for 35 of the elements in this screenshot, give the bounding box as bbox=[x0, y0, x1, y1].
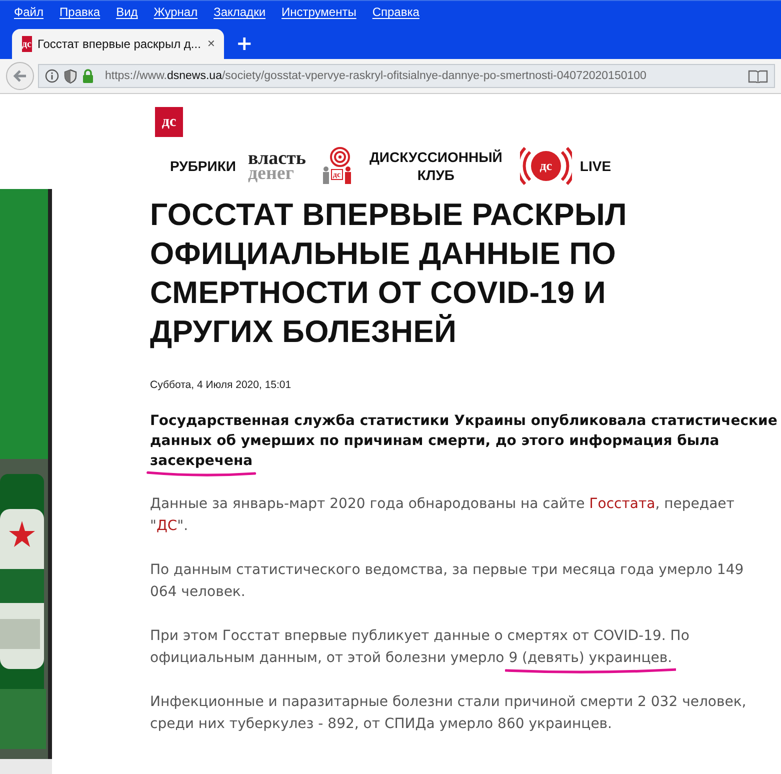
nav-link[interactable]: LIVE bbox=[580, 158, 612, 174]
url-text: https://www.dsnews.ua/society/gosstat-vpervye-raskryl-ofitsialnye-dannye-po-smertnosti-04072020150100 bbox=[104, 70, 648, 82]
tab-title: Госстат впервые раскрыл д... bbox=[38, 37, 201, 51]
lock-icon[interactable] bbox=[82, 69, 94, 83]
article-lead: Государственная служба статистики Украины опубликовала статистические данных об умерших по причинам смерти, до этого информация была засекречена bbox=[150, 411, 781, 471]
close-icon[interactable]: ✕ bbox=[206, 38, 216, 50]
menu-item[interactable]: Закладки bbox=[206, 5, 274, 19]
menu-item[interactable]: Журнал bbox=[146, 5, 206, 19]
back-button[interactable] bbox=[6, 62, 34, 90]
nav-link[interactable]: РУБРИКИ bbox=[170, 158, 236, 174]
site-favicon: дс bbox=[22, 36, 32, 52]
vlast-deneg-logo[interactable]: власть денег bbox=[248, 151, 306, 181]
menu-item[interactable]: Файл bbox=[6, 5, 52, 19]
article-paragraph: При этом Госстат впервые публикует данные о смертях от COVID-19. По официальным данным, от этой болезни умерло 9 (девять) украинцев. bbox=[150, 625, 750, 669]
browser-tab[interactable]: дс Госстат впервые раскрыл д... ✕ bbox=[12, 29, 224, 59]
club-logo[interactable]: дс bbox=[322, 147, 358, 185]
site-logo[interactable]: дс bbox=[155, 107, 183, 137]
shield-icon[interactable] bbox=[64, 68, 77, 84]
info-icon[interactable] bbox=[45, 69, 59, 83]
menu-item[interactable]: Правка bbox=[52, 5, 108, 19]
reader-view-icon[interactable] bbox=[748, 69, 768, 83]
article-link[interactable]: ДС bbox=[156, 518, 178, 534]
article-paragraph: Инфекционные и паразитарные болезни стали причиной смерти 2 032 человек, среди них туберкулез - 892, от СПИДа умерло 860 украинцев. bbox=[150, 693, 748, 734]
live-logo[interactable]: дс bbox=[520, 147, 572, 185]
menu-item[interactable]: Инструменты bbox=[274, 5, 364, 19]
menu-item[interactable]: Вид bbox=[108, 5, 146, 19]
nav-link[interactable]: ДИСКУССИОННЫЙ КЛУБ bbox=[366, 148, 506, 184]
article-date: Суббота, 4 Июля 2020, 15:01 bbox=[150, 379, 292, 391]
article-paragraph: По данным статистического ведомства, за первые три месяца года умерло 149 064 человек. bbox=[150, 561, 745, 602]
article-link[interactable]: Госстата bbox=[589, 496, 656, 512]
article-title: ГОССТАТ ВПЕРВЫЕ РАСКРЫЛ ОФИЦИАЛЬНЫЕ ДАННЫЕ ПО СМЕРТНОСТИ ОТ COVID-19 И ДРУГИХ БОЛЕЗНЕЙ bbox=[150, 196, 628, 351]
menu-item[interactable]: Справка bbox=[364, 5, 428, 19]
article-paragraph: Данные за январь-март 2020 года обнародованы на сайте Госстата, передает "ДС". bbox=[150, 495, 736, 536]
address-bar[interactable]: https://www.dsnews.ua/society/gosstat-vpervye-raskryl-ofitsialnye-dannye-po-smertnosti-04072020150100 bbox=[38, 64, 775, 88]
new-tab-button[interactable]: + bbox=[224, 31, 265, 59]
